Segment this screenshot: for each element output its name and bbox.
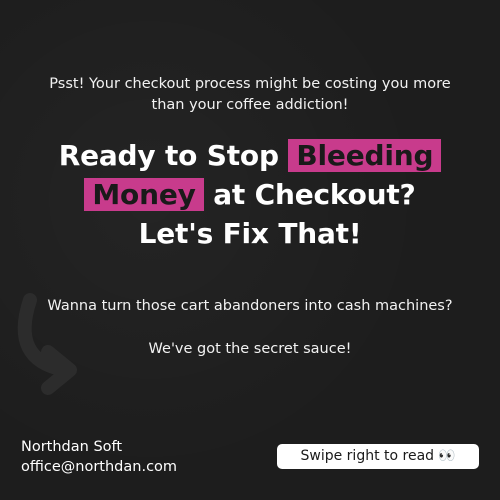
headline-line-2: Money at Checkout?: [10, 175, 490, 214]
intro-line-1: Psst! Your checkout process might be cos…: [49, 76, 451, 92]
headline-highlight-money: Money: [84, 178, 204, 211]
swipe-right-button[interactable]: Swipe right to read 👀: [277, 444, 479, 469]
headline-part-2: at Checkout?: [213, 178, 416, 211]
body-question: Wanna turn those cart abandoners into ca…: [47, 298, 453, 314]
intro-text: Psst! Your checkout process might be cos…: [20, 74, 480, 116]
headline-part-1: Ready to Stop: [58, 139, 279, 172]
headline-line-3: Let's Fix That!: [138, 217, 362, 250]
company-name: Northdan Soft: [21, 439, 123, 455]
company-email: office@northdan.com: [21, 459, 178, 475]
swipe-label: Swipe right to read: [300, 448, 435, 464]
headline-line-1: Ready to Stop Bleeding: [10, 136, 490, 175]
headline-highlight-bleeding: Bleeding: [288, 139, 442, 172]
intro-line-2: than your coffee addiction!: [151, 97, 349, 113]
body-answer: We've got the secret sauce!: [148, 341, 352, 357]
headline: Ready to Stop Bleeding Money at Checkout…: [10, 136, 490, 253]
company-info: Northdan Soft office@northdan.com: [21, 437, 177, 477]
eyes-icon: 👀: [438, 448, 456, 464]
